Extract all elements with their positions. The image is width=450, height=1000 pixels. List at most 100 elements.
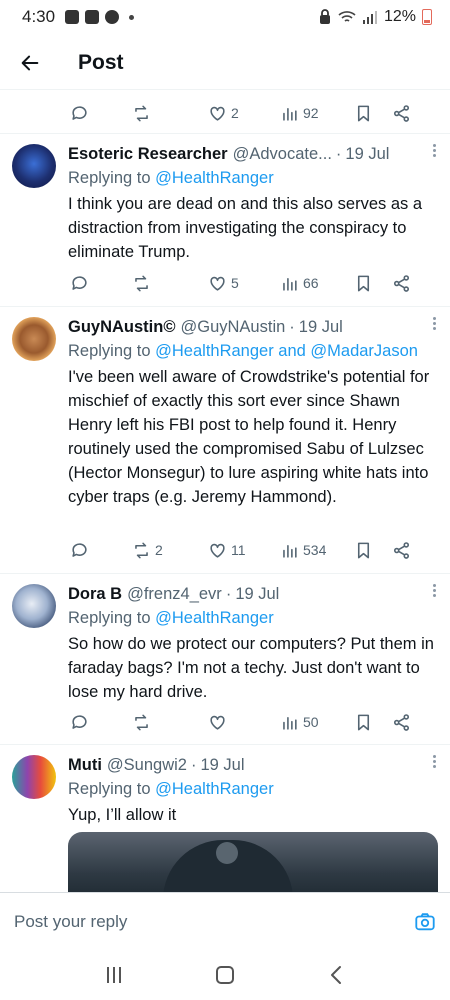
author-name[interactable]: Muti [68, 756, 102, 775]
back-button[interactable] [0, 36, 60, 90]
repost-button[interactable]: 2 [132, 541, 208, 560]
reply-button[interactable] [70, 713, 132, 732]
author-name[interactable]: Esoteric Researcher [68, 145, 228, 164]
like-count: 2 [231, 105, 239, 121]
author-name[interactable]: GuyNAustin© [68, 318, 176, 337]
status-time: 4:30 [22, 7, 56, 26]
back-nav-icon[interactable] [329, 965, 343, 985]
reply-header: Dora B @frenz4_evr · 19 Jul [68, 582, 440, 606]
repost-icon [135, 275, 148, 291]
post-action-bar: 2 92 [70, 98, 440, 128]
views-icon [283, 107, 297, 121]
like-button[interactable] [208, 713, 280, 732]
replying-prefix: Replying to [68, 780, 156, 798]
wifi-icon [338, 11, 356, 22]
comment-icon [72, 105, 87, 120]
dollar-icon [105, 10, 120, 24]
reply-item[interactable]: Esoteric Researcher @Advocate... · 19 Ju… [0, 134, 450, 306]
share-button[interactable] [392, 104, 411, 123]
replying-to-link[interactable]: @HealthRanger and @MadarJason [155, 342, 418, 360]
repost-icon [135, 105, 148, 121]
reply-content: Muti @Sungwi2 · 19 Jul Replying to @Heal… [68, 753, 440, 827]
share-button[interactable] [392, 713, 411, 732]
more-options-icon[interactable] [426, 749, 442, 773]
repost-button[interactable] [132, 274, 208, 293]
reply-content: Dora B @frenz4_evr · 19 Jul Replying to … [68, 582, 440, 704]
heart-icon [210, 106, 225, 121]
reply-composer [0, 892, 450, 950]
share-button[interactable] [392, 541, 411, 560]
author-name[interactable]: Dora B [68, 585, 122, 604]
reply-header: GuyNAustin© @GuyNAustin · 19 Jul [68, 315, 440, 339]
view-count: 66 [303, 275, 319, 291]
more-options-icon[interactable] [426, 138, 442, 162]
view-count: 534 [303, 542, 327, 558]
replying-to-link[interactable]: @HealthRanger [155, 169, 274, 187]
replying-to: Replying to @HealthRanger and @MadarJaso… [68, 339, 440, 363]
share-button[interactable] [392, 274, 411, 293]
replying-to-link[interactable]: @HealthRanger [155, 780, 274, 798]
views-button[interactable]: 534 [280, 541, 354, 560]
like-button[interactable]: 11 [208, 541, 280, 560]
arrow-left-icon [21, 55, 39, 70]
comment-icon [72, 542, 87, 557]
replying-prefix: Replying to [68, 609, 156, 627]
reply-header: Muti @Sungwi2 · 19 Jul [68, 753, 440, 777]
heart-icon [210, 276, 225, 291]
bookmark-button[interactable] [354, 713, 392, 732]
reply-date: 19 Jul [298, 317, 343, 336]
bookmark-button[interactable] [354, 274, 392, 293]
reply-action-bar: 5 66 [70, 268, 440, 298]
more-notifications-icon [129, 14, 135, 20]
replying-to-link[interactable]: @HealthRanger [155, 609, 274, 627]
badge-image [216, 842, 238, 864]
repost-button[interactable] [132, 713, 208, 732]
views-button[interactable]: 92 [280, 104, 354, 123]
like-button[interactable]: 5 [208, 274, 280, 293]
author-handle[interactable]: @Advocate... [233, 145, 332, 164]
avatar[interactable] [12, 144, 56, 188]
reply-item[interactable]: GuyNAustin© @GuyNAustin · 19 Jul Replyin… [0, 307, 450, 573]
avatar[interactable] [12, 755, 56, 799]
replying-prefix: Replying to [68, 342, 156, 360]
comment-icon [72, 275, 87, 290]
author-handle[interactable]: @GuyNAustin [181, 318, 286, 337]
signal-icon [362, 11, 377, 24]
separator-dot: · [289, 317, 295, 336]
camera-icon[interactable] [414, 911, 436, 933]
more-options-icon[interactable] [426, 311, 442, 335]
reply-date: 19 Jul [235, 584, 280, 603]
repost-icon [135, 714, 148, 730]
reply-button[interactable] [70, 541, 132, 560]
like-button[interactable]: 2 [208, 104, 280, 123]
share-icon [393, 713, 410, 731]
battery-icon [422, 9, 432, 25]
reply-item[interactable]: Dora B @frenz4_evr · 19 Jul Replying to … [0, 574, 450, 744]
top-header: Post [0, 36, 450, 90]
views-button[interactable]: 50 [280, 713, 354, 732]
repost-button[interactable] [132, 104, 208, 123]
avatar[interactable] [12, 317, 56, 361]
home-icon[interactable] [215, 966, 234, 984]
reply-button[interactable] [70, 104, 132, 123]
bookmark-button[interactable] [354, 104, 392, 123]
reply-text: I've been well aware of Crowdstrike's po… [68, 368, 430, 506]
bookmark-icon [357, 542, 370, 558]
reply-action-bar: 2 11 534 [70, 535, 440, 565]
repost-count: 2 [155, 542, 163, 558]
author-handle[interactable]: @frenz4_evr [127, 585, 222, 604]
views-button[interactable]: 66 [280, 274, 354, 293]
bookmark-button[interactable] [354, 541, 392, 560]
status-bar: 4:30 12% [0, 0, 450, 34]
author-handle[interactable]: @Sungwi2 [107, 756, 187, 775]
reply-input[interactable] [14, 911, 414, 932]
reply-date: 19 Jul [200, 755, 245, 774]
replying-to: Replying to @HealthRanger [68, 166, 440, 190]
heart-icon [210, 543, 225, 558]
system-nav-bar [0, 950, 450, 1000]
more-options-icon[interactable] [426, 578, 442, 602]
view-count: 50 [303, 714, 319, 730]
avatar[interactable] [12, 584, 56, 628]
reply-button[interactable] [70, 274, 132, 293]
recent-apps-icon[interactable] [107, 967, 122, 983]
